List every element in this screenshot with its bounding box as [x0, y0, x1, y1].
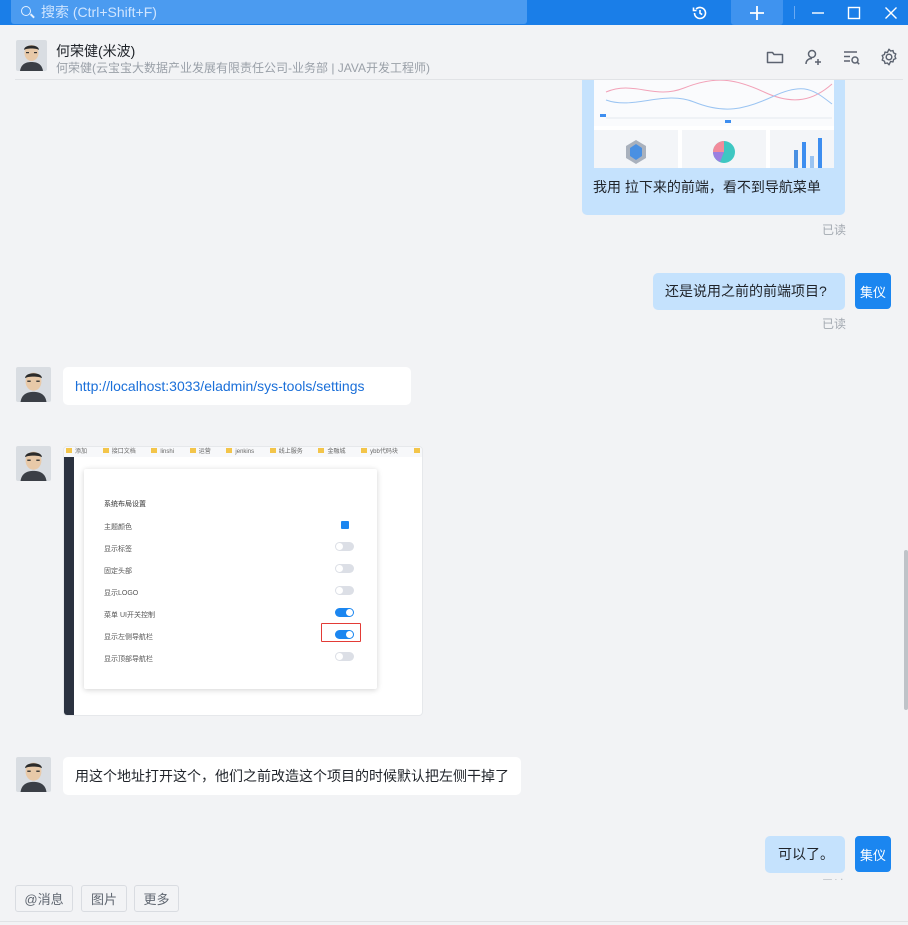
settings-icon	[881, 48, 897, 66]
setting-label: 固定头部	[104, 568, 132, 575]
setting-label: 显示左侧导航栏	[104, 634, 153, 641]
setting-toggle	[335, 608, 354, 617]
settings-panel: 系统布局设置 主题颜色 显示标签 固定头部 显示LOGO 菜单 UI开关控制 显…	[84, 469, 377, 689]
title-bar: 搜索 (Ctrl+Shift+F)	[0, 0, 908, 25]
setting-toggle	[335, 652, 354, 661]
message-list[interactable]: 我用 拉下来的前端，看不到导航菜单 已读 还是说用之前的前端项目? 集仪 已读 …	[0, 80, 905, 880]
search-placeholder: 搜索 (Ctrl+Shift+F)	[41, 4, 157, 20]
contact-avatar[interactable]	[16, 757, 51, 792]
maximize-button[interactable]	[842, 0, 866, 25]
contact-avatar[interactable]	[16, 446, 51, 481]
setting-label: 主题颜色	[104, 524, 132, 531]
dark-sidebar	[64, 457, 74, 715]
outgoing-message-bubble[interactable]: 我用 拉下来的前端，看不到导航菜单	[582, 80, 845, 215]
close-icon	[885, 6, 897, 19]
message-text: 还是说用之前的前端项目?	[665, 283, 827, 299]
files-button[interactable]	[764, 46, 786, 68]
outgoing-message-bubble[interactable]: 可以了。	[765, 836, 845, 873]
search-history-button[interactable]	[840, 46, 862, 68]
incoming-message-bubble: 用这个地址打开这个，他们之前改造这个项目的时候默认把左侧干掉了	[63, 757, 521, 795]
setting-label: 菜单 UI开关控制	[104, 612, 155, 619]
close-button[interactable]	[878, 0, 904, 25]
setting-label: 显示标签	[104, 546, 132, 553]
history-button[interactable]	[686, 0, 714, 25]
setting-toggle	[335, 586, 354, 595]
image-button[interactable]: 图片	[81, 885, 127, 912]
add-member-icon	[805, 49, 821, 65]
message-text: 我用 拉下来的前端，看不到导航菜单	[593, 179, 821, 195]
create-button[interactable]	[731, 0, 783, 25]
message-link[interactable]: http://localhost:3033/eladmin/sys-tools/…	[75, 378, 365, 394]
mention-button[interactable]: @消息	[15, 885, 73, 912]
minimize-button[interactable]	[806, 0, 830, 25]
composer-divider	[0, 921, 908, 922]
more-button[interactable]: 更多	[134, 885, 179, 912]
scrollbar-thumb[interactable]	[904, 550, 908, 710]
setting-toggle	[335, 542, 354, 551]
theme-color-swatch	[341, 521, 349, 529]
maximize-icon	[847, 6, 861, 19]
setting-label: 显示顶部导航栏	[104, 656, 153, 663]
setting-toggle	[335, 630, 354, 639]
read-receipt: 已读	[822, 223, 847, 237]
search-history-icon	[844, 51, 860, 65]
incoming-message-bubble: http://localhost:3033/eladmin/sys-tools/…	[63, 367, 411, 405]
contact-avatar[interactable]	[16, 367, 51, 402]
settings-panel-title: 系统布局设置	[104, 501, 146, 508]
plus-icon	[750, 5, 764, 20]
contact-name: 何荣健(米波)	[56, 43, 136, 59]
settings-button[interactable]	[878, 46, 900, 68]
settings-screenshot-image[interactable]: 添加 接口文档 linshi 运营 jenkins 线上服务 金融城 ybb代码…	[63, 446, 423, 716]
setting-label: 显示LOGO	[104, 590, 139, 597]
message-text: 可以了。	[778, 846, 834, 862]
read-receipt: 已读	[822, 876, 846, 880]
my-avatar[interactable]: 集仪	[855, 836, 891, 872]
chat-header: 何荣健(米波) 何荣健(云宝宝大数据产业发展有限责任公司-业务部 | JAVA开…	[0, 25, 908, 80]
folder-icon	[766, 51, 784, 64]
titlebar-divider	[794, 6, 795, 19]
bookmark-bar: 添加 接口文档 linshi 运营 jenkins 线上服务 金融城 ybb代码…	[64, 447, 422, 457]
add-member-button[interactable]	[802, 46, 824, 68]
minimize-icon	[812, 11, 824, 14]
outgoing-message-bubble[interactable]: 还是说用之前的前端项目?	[653, 273, 845, 310]
history-icon	[692, 6, 707, 19]
contact-subtitle: 何荣健(云宝宝大数据产业发展有限责任公司-业务部 | JAVA开发工程师)	[56, 61, 431, 75]
search-icon	[21, 6, 31, 16]
global-search-input[interactable]: 搜索 (Ctrl+Shift+F)	[11, 0, 527, 24]
dashboard-screenshot-image[interactable]	[594, 80, 834, 168]
message-text: 用这个地址打开这个，他们之前改造这个项目的时候默认把左侧干掉了	[75, 768, 509, 784]
setting-toggle	[335, 564, 354, 573]
contact-avatar[interactable]	[16, 40, 47, 71]
my-avatar[interactable]: 集仪	[855, 273, 891, 309]
read-receipt: 已读	[822, 317, 847, 331]
